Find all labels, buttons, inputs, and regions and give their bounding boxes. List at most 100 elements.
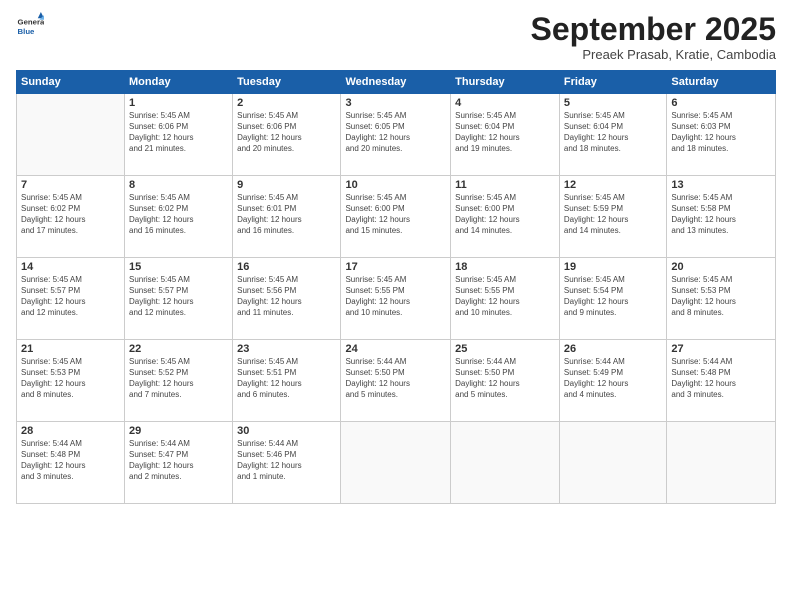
- day-number: 15: [129, 261, 228, 273]
- day-number: 28: [21, 425, 120, 437]
- day-number: 30: [237, 425, 336, 437]
- day-number: 18: [455, 261, 555, 273]
- day-number: 17: [345, 261, 446, 273]
- calendar-cell: 16 Sunrise: 5:45 AM Sunset: 5:56 PM Dayli…: [233, 258, 341, 340]
- day-info: Sunrise: 5:45 AM Sunset: 6:01 PM Dayligh…: [237, 193, 336, 236]
- calendar-cell: 13 Sunrise: 5:45 AM Sunset: 5:58 PM Dayli…: [667, 176, 776, 258]
- day-info: Sunrise: 5:45 AM Sunset: 6:00 PM Dayligh…: [455, 193, 555, 236]
- calendar-cell: 29 Sunrise: 5:44 AM Sunset: 5:47 PM Dayli…: [125, 422, 233, 504]
- calendar-cell: 30 Sunrise: 5:44 AM Sunset: 5:46 PM Dayli…: [233, 422, 341, 504]
- calendar-cell: 3 Sunrise: 5:45 AM Sunset: 6:05 PM Daylig…: [341, 94, 451, 176]
- calendar-cell: 10Sunrise: 5:45 AM Sunset: 6:00 PM Dayli…: [341, 176, 451, 258]
- calendar-cell: 23Sunrise: 5:45 AM Sunset: 5:51 PM Dayli…: [233, 340, 341, 422]
- day-info: Sunrise: 5:44 AM Sunset: 5:46 PM Dayligh…: [237, 439, 336, 482]
- day-info: Sunrise: 5:45 AM Sunset: 5:52 PM Dayligh…: [129, 357, 228, 400]
- calendar-cell: 5 Sunrise: 5:45 AM Sunset: 6:04 PM Daylig…: [559, 94, 666, 176]
- day-number: 6: [671, 97, 771, 109]
- day-number: 8: [129, 179, 228, 191]
- day-number: 2: [237, 97, 336, 109]
- calendar-cell: 24Sunrise: 5:44 AM Sunset: 5:50 PM Dayli…: [341, 340, 451, 422]
- calendar-cell: 27Sunrise: 5:44 AM Sunset: 5:48 PM Dayli…: [667, 340, 776, 422]
- month-title: September 2025: [531, 12, 776, 47]
- day-number: 14: [21, 261, 120, 273]
- title-block: September 2025 Preaek Prasab, Kratie, Ca…: [531, 12, 776, 62]
- calendar-cell: 15Sunrise: 5:45 AM Sunset: 5:57 PM Dayli…: [125, 258, 233, 340]
- day-info: Sunrise: 5:44 AM Sunset: 5:50 PM Dayligh…: [455, 357, 555, 400]
- day-info: Sunrise: 5:45 AM Sunset: 5:55 PM Dayligh…: [455, 275, 555, 318]
- calendar-cell: 4Sunrise: 5:45 AM Sunset: 6:04 PM Daylig…: [451, 94, 560, 176]
- day-number: 11: [455, 179, 555, 191]
- calendar-header: SundayMondayTuesdayWednesdayThursdayFrid…: [17, 71, 776, 94]
- day-info: Sunrise: 5:45 AM Sunset: 6:03 PM Dayligh…: [671, 111, 771, 154]
- day-number: 19: [564, 261, 662, 273]
- week-row-4: 21 Sunrise: 5:45 AM Sunset: 5:53 PM Dayli…: [17, 340, 776, 422]
- day-info: Sunrise: 5:45 AM Sunset: 5:58 PM Dayligh…: [671, 193, 771, 236]
- svg-text:Blue: Blue: [18, 27, 36, 36]
- calendar-cell: 14 Sunrise: 5:45 AM Sunset: 5:57 PM Dayli…: [17, 258, 125, 340]
- day-number: 22: [129, 343, 228, 355]
- calendar-cell: [559, 422, 666, 504]
- calendar-cell: 21 Sunrise: 5:45 AM Sunset: 5:53 PM Dayli…: [17, 340, 125, 422]
- day-info: Sunrise: 5:45 AM Sunset: 5:54 PM Dayligh…: [564, 275, 662, 318]
- day-info: Sunrise: 5:45 AM Sunset: 6:02 PM Dayligh…: [129, 193, 228, 236]
- header-tuesday: Tuesday: [233, 71, 341, 94]
- day-info: Sunrise: 5:45 AM Sunset: 5:57 PM Dayligh…: [21, 275, 120, 318]
- week-row-1: 1Sunrise: 5:45 AM Sunset: 6:06 PM Daylig…: [17, 94, 776, 176]
- logo: General Blue: [16, 12, 44, 40]
- day-info: Sunrise: 5:45 AM Sunset: 6:02 PM Dayligh…: [21, 193, 120, 236]
- header-monday: Monday: [125, 71, 233, 94]
- day-number: 26: [564, 343, 662, 355]
- week-row-3: 14 Sunrise: 5:45 AM Sunset: 5:57 PM Dayli…: [17, 258, 776, 340]
- day-number: 29: [129, 425, 228, 437]
- day-info: Sunrise: 5:44 AM Sunset: 5:48 PM Dayligh…: [21, 439, 120, 482]
- day-number: 5: [564, 97, 662, 109]
- header-friday: Friday: [559, 71, 666, 94]
- day-info: Sunrise: 5:45 AM Sunset: 5:53 PM Dayligh…: [21, 357, 120, 400]
- header-saturday: Saturday: [667, 71, 776, 94]
- calendar-cell: [17, 94, 125, 176]
- day-number: 27: [671, 343, 771, 355]
- calendar-cell: 8 Sunrise: 5:45 AM Sunset: 6:02 PM Daylig…: [125, 176, 233, 258]
- calendar-cell: [667, 422, 776, 504]
- day-number: 25: [455, 343, 555, 355]
- calendar-cell: 6 Sunrise: 5:45 AM Sunset: 6:03 PM Daylig…: [667, 94, 776, 176]
- calendar-cell: 2Sunrise: 5:45 AM Sunset: 6:06 PM Daylig…: [233, 94, 341, 176]
- day-number: 16: [237, 261, 336, 273]
- day-info: Sunrise: 5:45 AM Sunset: 5:51 PM Dayligh…: [237, 357, 336, 400]
- day-number: 3: [345, 97, 446, 109]
- day-info: Sunrise: 5:44 AM Sunset: 5:50 PM Dayligh…: [345, 357, 446, 400]
- day-info: Sunrise: 5:45 AM Sunset: 5:55 PM Dayligh…: [345, 275, 446, 318]
- day-info: Sunrise: 5:45 AM Sunset: 5:53 PM Dayligh…: [671, 275, 771, 318]
- day-number: 12: [564, 179, 662, 191]
- logo-icon: General Blue: [16, 12, 44, 40]
- calendar-cell: [341, 422, 451, 504]
- day-number: 13: [671, 179, 771, 191]
- calendar-cell: 25 Sunrise: 5:44 AM Sunset: 5:50 PM Dayli…: [451, 340, 560, 422]
- calendar-cell: 22 Sunrise: 5:45 AM Sunset: 5:52 PM Dayli…: [125, 340, 233, 422]
- day-info: Sunrise: 5:45 AM Sunset: 5:56 PM Dayligh…: [237, 275, 336, 318]
- subtitle: Preaek Prasab, Kratie, Cambodia: [531, 47, 776, 62]
- day-info: Sunrise: 5:44 AM Sunset: 5:49 PM Dayligh…: [564, 357, 662, 400]
- week-row-5: 28 Sunrise: 5:44 AM Sunset: 5:48 PM Dayli…: [17, 422, 776, 504]
- calendar-cell: [451, 422, 560, 504]
- day-number: 21: [21, 343, 120, 355]
- week-row-2: 7 Sunrise: 5:45 AM Sunset: 6:02 PM Daylig…: [17, 176, 776, 258]
- day-info: Sunrise: 5:44 AM Sunset: 5:47 PM Dayligh…: [129, 439, 228, 482]
- calendar-cell: 26 Sunrise: 5:44 AM Sunset: 5:49 PM Dayli…: [559, 340, 666, 422]
- calendar-cell: 7 Sunrise: 5:45 AM Sunset: 6:02 PM Daylig…: [17, 176, 125, 258]
- day-number: 20: [671, 261, 771, 273]
- day-number: 7: [21, 179, 120, 191]
- calendar-cell: 19 Sunrise: 5:45 AM Sunset: 5:54 PM Dayli…: [559, 258, 666, 340]
- calendar-cell: 28 Sunrise: 5:44 AM Sunset: 5:48 PM Dayli…: [17, 422, 125, 504]
- day-info: Sunrise: 5:45 AM Sunset: 6:04 PM Dayligh…: [564, 111, 662, 154]
- day-info: Sunrise: 5:45 AM Sunset: 6:05 PM Dayligh…: [345, 111, 446, 154]
- calendar-body: 1Sunrise: 5:45 AM Sunset: 6:06 PM Daylig…: [17, 94, 776, 504]
- calendar: SundayMondayTuesdayWednesdayThursdayFrid…: [16, 70, 776, 504]
- header-wednesday: Wednesday: [341, 71, 451, 94]
- day-number: 1: [129, 97, 228, 109]
- calendar-cell: 12Sunrise: 5:45 AM Sunset: 5:59 PM Dayli…: [559, 176, 666, 258]
- svg-text:General: General: [18, 17, 44, 26]
- day-info: Sunrise: 5:45 AM Sunset: 6:04 PM Dayligh…: [455, 111, 555, 154]
- day-number: 9: [237, 179, 336, 191]
- calendar-cell: 20 Sunrise: 5:45 AM Sunset: 5:53 PM Dayli…: [667, 258, 776, 340]
